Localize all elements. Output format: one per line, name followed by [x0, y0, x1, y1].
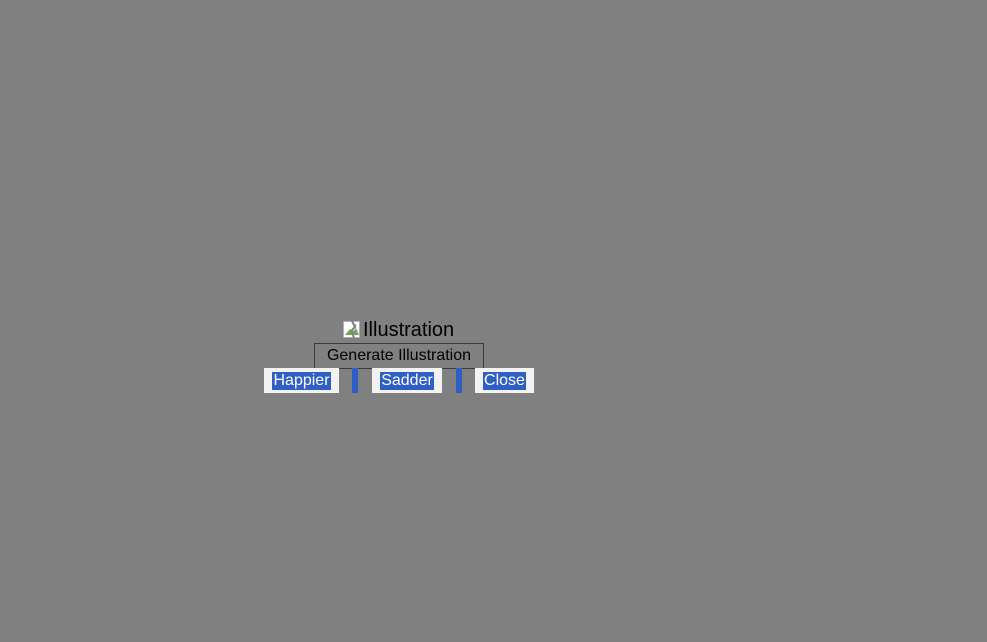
happier-button[interactable]: Happier	[264, 368, 339, 393]
separator	[352, 368, 358, 393]
close-label: Close	[483, 371, 526, 390]
close-button[interactable]: Close	[475, 368, 534, 393]
sadder-label: Sadder	[380, 371, 434, 390]
illustration-alt-text: Illustration	[363, 319, 455, 341]
sadder-button[interactable]: Sadder	[372, 368, 442, 393]
page-stage: Illustration Generate Illustration Happi…	[0, 0, 987, 642]
separator	[456, 368, 462, 393]
illustration-image: Illustration	[343, 319, 454, 341]
generate-illustration-button[interactable]: Generate Illustration	[314, 343, 484, 369]
happier-label: Happier	[272, 371, 331, 390]
broken-image-icon	[343, 321, 361, 339]
